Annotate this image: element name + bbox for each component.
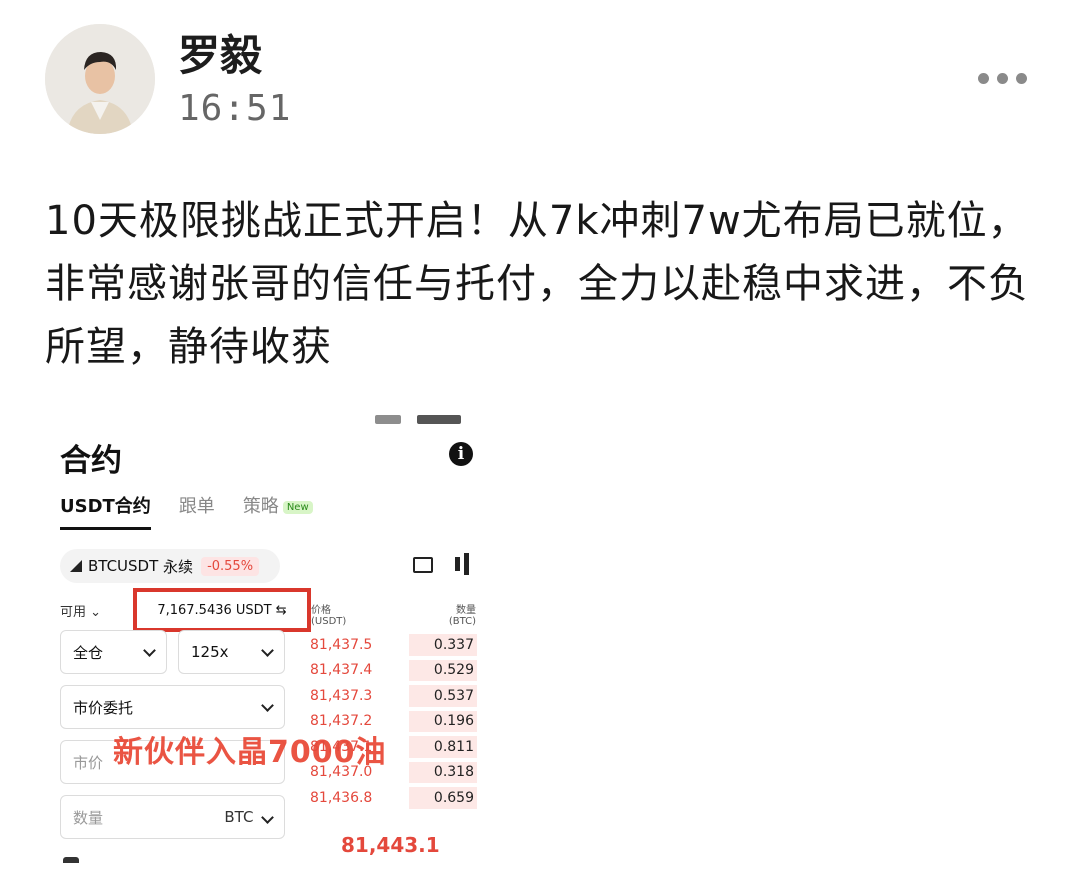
last-price: 81,443.1 [341,833,440,857]
orderbook-qty: 0.537 [433,687,474,704]
post-text: 10天极限挑战正式开启！从7k冲刺7w尤布局已就位，非常感谢张哥的信任与托付，全… [45,198,1029,370]
available-label: 可用 ⌄ [60,605,102,620]
candlestick-icon [455,553,471,575]
orderbook: 81,437.5 0.337 81,437.4 0.529 81,437.3 0.537 8… [307,632,477,811]
chevron-down-icon [261,811,274,824]
chart-icon [413,557,433,573]
avatar[interactable] [45,24,155,134]
orderbook-row: 81,437.5 0.337 [307,632,477,658]
chevron-down-icon [261,643,274,657]
tab-usdt-contract: USDT合约 [60,492,151,530]
more-options-icon[interactable] [978,64,1038,92]
orderbook-price: 81,437.3 [310,687,373,704]
orderbook-price: 81,436.8 [310,789,373,806]
orderbook-row: 81,437.0 0.318 [307,760,477,786]
post-time: 16:51 [178,88,292,129]
chevron-down-icon [261,698,274,712]
trading-pair: BTCUSDT 永续 -0.55% [60,549,280,583]
orderbook-price: 81,437.5 [310,636,373,653]
balance-highlight: 7,167.5436 USDT ⇆ [133,588,311,632]
orderbook-price: 81,437.4 [310,662,373,679]
orderbook-qty: 0.196 [433,713,474,730]
new-badge: New [282,500,313,514]
orderbook-qty: 0.811 [433,738,474,755]
status-bar-blur [417,415,461,424]
orderbook-header: 价格 (USDT) 数量 (BTC) [311,601,476,627]
tab-strategy: 策略 New [243,492,313,518]
chevron-down-icon [143,643,156,657]
quantity-input: 数量 BTC [60,795,285,839]
pair-type: 永续 [163,557,194,576]
tab-copy-trade: 跟单 [178,496,215,517]
pair-icon [70,560,82,572]
orderbook-price: 81,437.2 [310,713,373,730]
status-bar-blur [375,415,401,424]
author-name[interactable]: 罗毅 [178,22,262,83]
post-image[interactable]: 合约 i USDT合约 跟单 策略 New BTCUSDT 永续 -0.55% 可… [45,405,485,863]
cut-off-icon [63,857,79,863]
margin-mode-select: 全仓 [60,630,167,674]
orderbook-price: 81,437.1 [310,738,373,755]
contract-tabs: USDT合约 跟单 策略 New [60,492,313,530]
orderbook-qty: 0.318 [433,764,474,781]
orderbook-row: 81,437.4 0.529 [307,658,477,684]
leverage-select: 125x [178,630,285,674]
orderbook-row: 81,437.3 0.537 [307,683,477,709]
orderbook-qty: 0.529 [433,662,474,679]
orderbook-qty: 0.337 [433,636,474,653]
info-icon: i [449,442,473,466]
orderbook-row: 81,436.8 0.659 [307,785,477,811]
qty-column-header: 数量 (BTC) [448,605,476,627]
orderbook-qty: 0.659 [433,789,474,806]
price-change-badge: -0.55% [201,556,260,576]
order-type-select: 市价委托 [60,685,285,729]
page-title: 合约 [60,443,122,479]
orderbook-price: 81,437.0 [310,764,373,781]
pair-symbol: BTCUSDT [88,557,159,575]
